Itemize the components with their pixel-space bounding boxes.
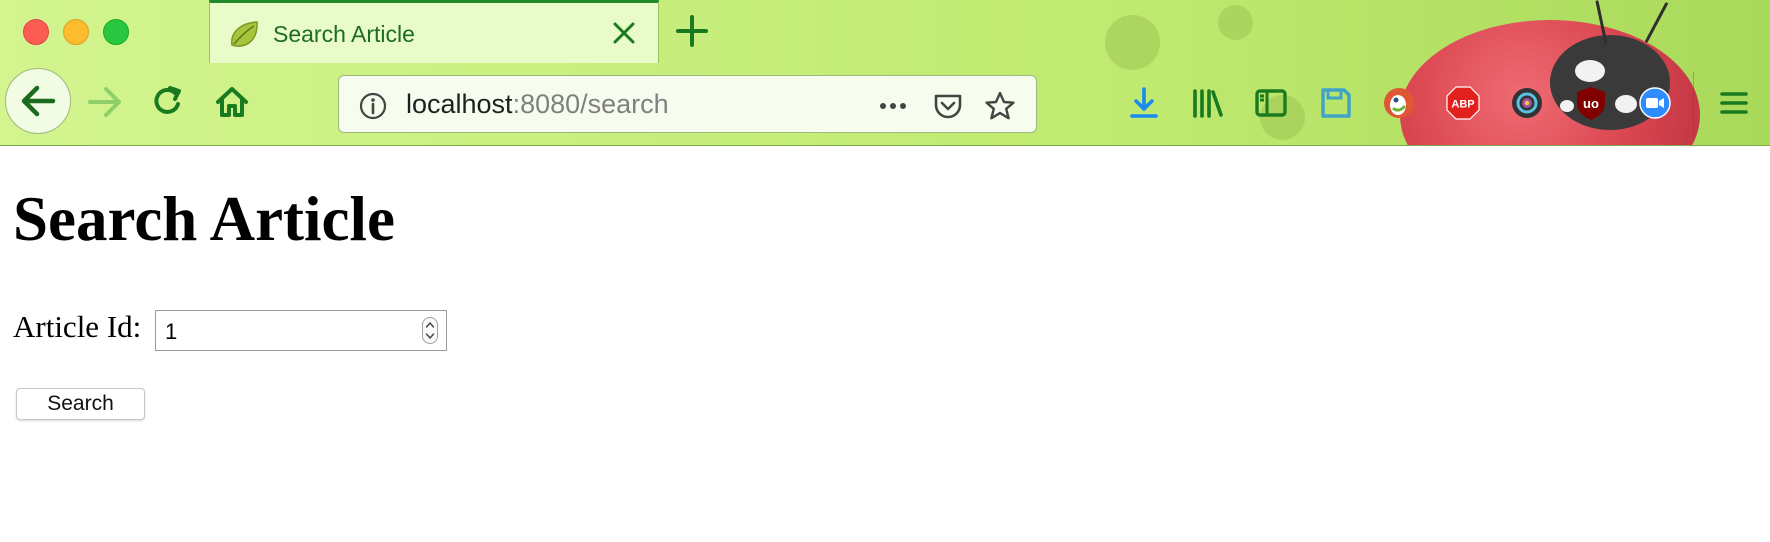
new-tab-icon[interactable]: [674, 13, 710, 49]
spin-down-icon[interactable]: [425, 332, 435, 340]
back-button[interactable]: [5, 68, 71, 134]
tab-close-icon[interactable]: [610, 19, 638, 47]
window-maximize-button[interactable]: [103, 19, 129, 45]
duckduckgo-icon[interactable]: [1381, 85, 1417, 121]
url-text[interactable]: localhost:8080/search: [406, 89, 669, 120]
home-button[interactable]: [202, 72, 262, 132]
article-id-label: Article Id:: [13, 309, 142, 344]
theme-bubble: [1218, 5, 1253, 40]
sidebar-icon[interactable]: [1253, 85, 1289, 121]
info-icon[interactable]: [357, 90, 389, 122]
tab-title: Search Article: [273, 21, 415, 47]
adblock-plus-icon[interactable]: ABP: [1445, 85, 1481, 121]
ublock-origin-icon[interactable]: uo: [1573, 85, 1609, 121]
window-minimize-button[interactable]: [63, 19, 89, 45]
save-page-icon[interactable]: [1318, 85, 1354, 121]
theme-ladybug-antenna: [1644, 1, 1669, 44]
theme-ladybug-spot: [1615, 95, 1637, 113]
theme-bubble: [1105, 15, 1160, 70]
url-path: :8080/search: [512, 89, 669, 119]
ublock-label: uo: [1583, 96, 1599, 111]
forward-button[interactable]: [75, 72, 135, 132]
theme-ladybug-spot: [1575, 60, 1605, 82]
toolbar-divider: [1693, 72, 1694, 134]
search-button[interactable]: Search: [16, 388, 145, 420]
reload-button[interactable]: [138, 72, 198, 132]
url-host: localhost: [406, 89, 513, 119]
spin-up-icon[interactable]: [425, 321, 435, 329]
arrow-left-icon: [21, 85, 56, 117]
number-spinner[interactable]: [422, 317, 438, 344]
article-id-value: 1: [165, 319, 178, 344]
tab-search-article[interactable]: Search Article: [209, 0, 659, 63]
camera-lens-icon[interactable]: [1509, 85, 1545, 121]
download-icon[interactable]: [1126, 85, 1162, 121]
library-icon[interactable]: [1190, 85, 1226, 121]
page-title: Search Article: [13, 184, 395, 254]
reload-icon: [154, 86, 181, 114]
abp-label: ABP: [1451, 99, 1474, 111]
pocket-icon[interactable]: [932, 90, 964, 122]
hamburger-menu-icon[interactable]: [1716, 85, 1752, 121]
browser-chrome: Search Article localhost:8080/search ABP…: [0, 0, 1770, 146]
address-bar[interactable]: localhost:8080/search: [338, 75, 1037, 133]
article-id-input[interactable]: 1: [155, 310, 447, 351]
window-close-button[interactable]: [23, 19, 49, 45]
bookmark-star-icon[interactable]: [984, 90, 1016, 122]
theme-ladybug-spot: [1560, 100, 1574, 112]
spring-leaf-icon: [231, 21, 258, 47]
arrow-right-icon: [88, 87, 121, 117]
home-icon: [216, 87, 248, 117]
zoom-icon[interactable]: [1637, 85, 1673, 121]
more-actions-icon[interactable]: [877, 90, 909, 122]
